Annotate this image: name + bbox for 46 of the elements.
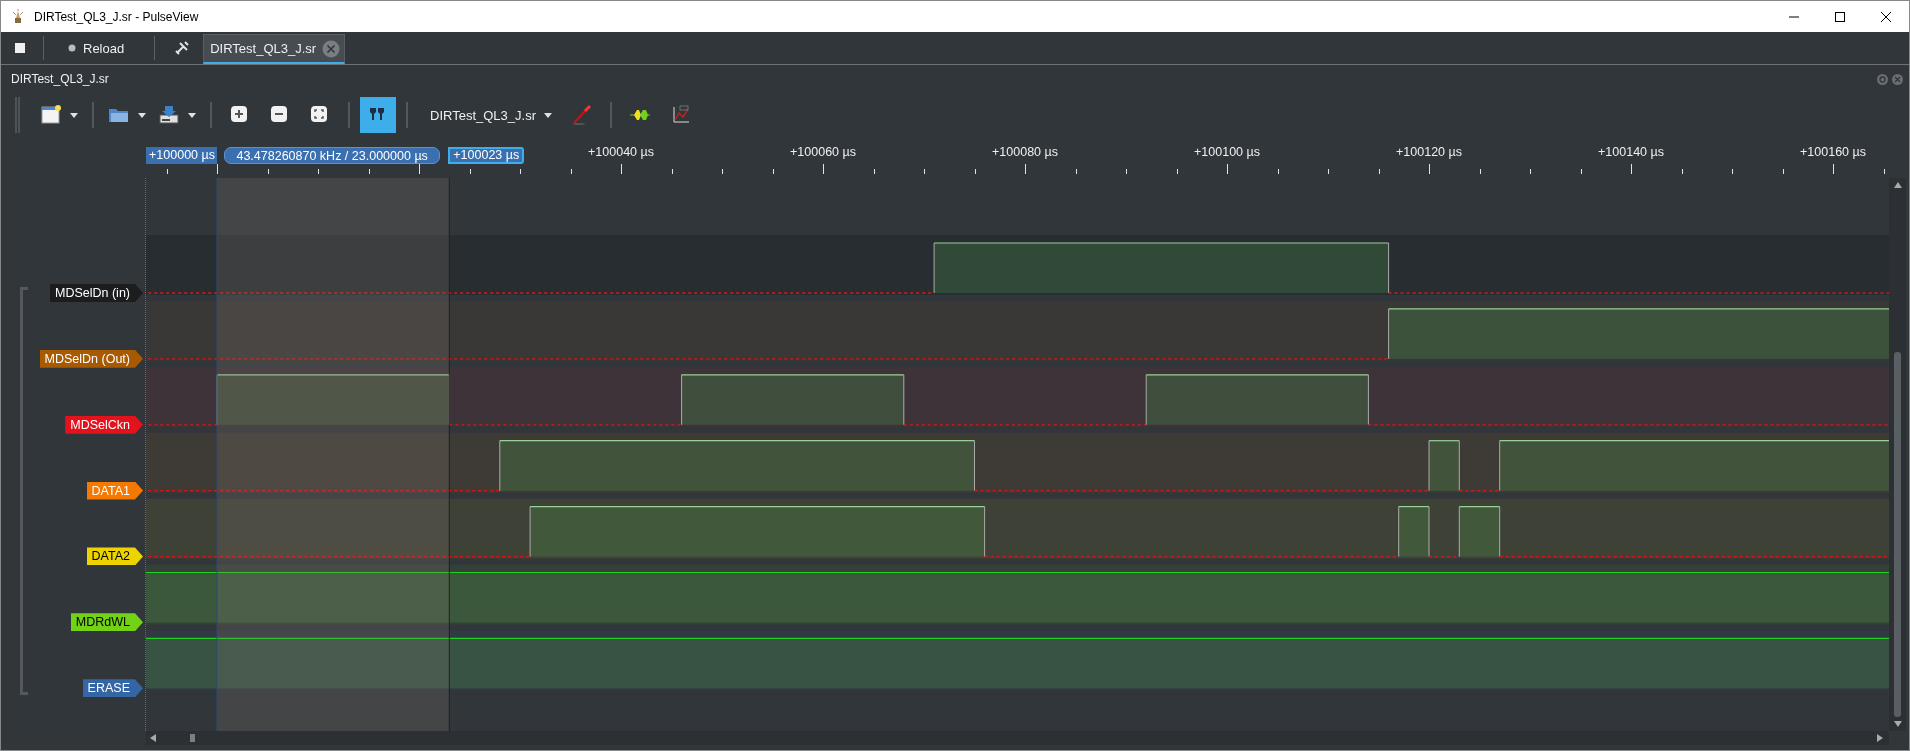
ruler-label: +100120 µs bbox=[1396, 145, 1462, 159]
cursor-button[interactable] bbox=[360, 97, 396, 133]
stop-icon bbox=[15, 43, 25, 53]
cursor-measure: 43.478260870 kHz / 23.000000 µs bbox=[224, 147, 441, 164]
caret-icon bbox=[70, 112, 78, 118]
window-title: DIRTest_QL3_J.sr - PulseView bbox=[34, 9, 199, 24]
cursor-flag[interactable]: +100000 µs bbox=[146, 147, 217, 164]
vertical-scrollbar[interactable] bbox=[1889, 178, 1906, 731]
status-dot-icon bbox=[68, 44, 76, 52]
ruler-label: +100160 µs bbox=[1800, 145, 1866, 159]
wrench-icon bbox=[175, 41, 190, 55]
caret-icon bbox=[138, 112, 146, 118]
device-selector[interactable]: DIRTest_QL3_J.sr bbox=[418, 97, 560, 133]
probe-icon bbox=[570, 104, 593, 126]
session-title: DIRTest_QL3_J.sr bbox=[11, 72, 109, 86]
channel-label[interactable]: MDSelDn (in) bbox=[50, 283, 143, 302]
save-icon bbox=[158, 104, 180, 126]
ruler-label: +100040 µs bbox=[588, 145, 654, 159]
reload-button[interactable]: Reload bbox=[50, 32, 149, 64]
down-arrow-icon[interactable] bbox=[1893, 721, 1902, 727]
left-arrow-icon[interactable] bbox=[150, 734, 156, 742]
session-icon bbox=[40, 104, 62, 126]
scrollbar-thumb[interactable] bbox=[1894, 352, 1901, 717]
channel-label[interactable]: DATA2 bbox=[86, 547, 143, 566]
app-icon bbox=[10, 8, 26, 25]
settings-icon[interactable] bbox=[1877, 73, 1888, 85]
ruler-label: +100080 µs bbox=[992, 145, 1058, 159]
caret-icon bbox=[543, 112, 552, 118]
close-icon[interactable] bbox=[322, 39, 341, 58]
cursor-flag[interactable]: +100023 µs bbox=[448, 147, 525, 164]
ruler-label: +100060 µs bbox=[790, 145, 856, 159]
channel-label[interactable]: MDSelDn (Out) bbox=[39, 349, 143, 368]
channel-label[interactable]: MDRdWL bbox=[70, 613, 143, 632]
channel-label[interactable]: ERASE bbox=[82, 679, 143, 698]
right-arrow-icon[interactable] bbox=[1877, 734, 1883, 742]
close-icon[interactable] bbox=[1892, 73, 1903, 85]
horizontal-scrollbar[interactable] bbox=[146, 731, 1889, 745]
channel-label[interactable]: MDSelCkn bbox=[65, 415, 143, 434]
up-arrow-icon[interactable] bbox=[1893, 182, 1902, 188]
close-icon bbox=[1880, 10, 1892, 23]
scrollbar-thumb[interactable] bbox=[190, 734, 195, 742]
maximize-icon bbox=[1834, 10, 1846, 23]
ruler-label: +100100 µs bbox=[1194, 145, 1260, 159]
ruler-label: +100140 µs bbox=[1598, 145, 1664, 159]
session-tab[interactable]: DIRTest_QL3_J.sr bbox=[203, 34, 346, 64]
caret-icon bbox=[188, 112, 196, 118]
